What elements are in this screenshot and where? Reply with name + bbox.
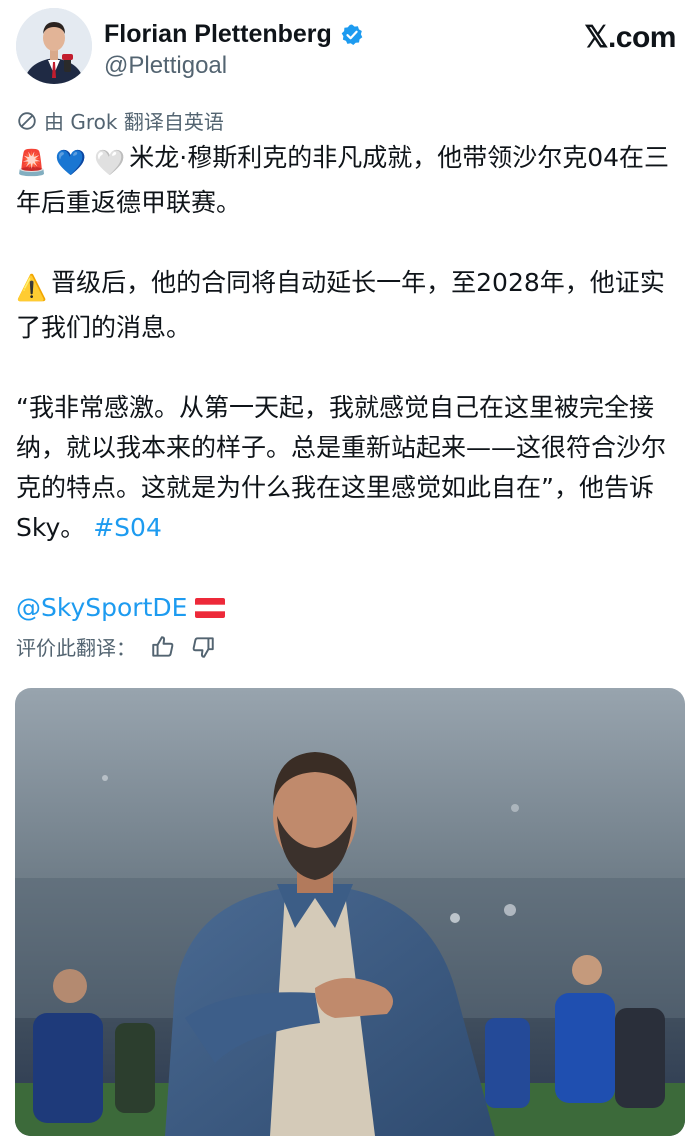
rate-translation: 评价此翻译： bbox=[16, 632, 216, 661]
translation-notice-text: 由 Grok 翻译自英语 bbox=[44, 110, 224, 134]
warning-emoji: ⚠️ bbox=[16, 273, 48, 302]
emoji-group-1: 🚨 💙 🤍 bbox=[16, 148, 126, 177]
austria-flag-icon bbox=[195, 598, 226, 618]
x-brand-logo: 𝕏.com bbox=[584, 21, 676, 54]
author-handle[interactable]: @Plettigoal bbox=[104, 52, 227, 80]
tweet-header: Florian Plettenberg @Plettigoal 𝕏.com bbox=[16, 8, 684, 88]
tweet-photo[interactable] bbox=[15, 688, 685, 1136]
verified-badge-icon bbox=[341, 24, 363, 45]
translate-icon bbox=[18, 111, 36, 130]
author-name[interactable]: Florian Plettenberg bbox=[104, 20, 332, 49]
tweet-paragraph-2: 晋级后，他的合同将自动延长一年，至2028年，他证实了我们的消息。 bbox=[16, 268, 665, 342]
thumbs-down-icon[interactable] bbox=[190, 634, 216, 660]
avatar[interactable] bbox=[16, 8, 92, 84]
mention-link[interactable]: @SkySportDE bbox=[16, 593, 187, 622]
thumbs-up-icon[interactable] bbox=[150, 634, 176, 660]
rate-translation-label: 评价此翻译： bbox=[16, 636, 136, 660]
translation-notice: 由 Grok 翻译自英语 bbox=[16, 106, 224, 135]
tweet-body: 🚨 💙 🤍 米龙·穆斯利克的非凡成就，他带领沙尔克04在三年后重返德甲联赛。 ⚠️… bbox=[16, 138, 686, 628]
hashtag-link[interactable]: #S04 bbox=[93, 513, 162, 542]
